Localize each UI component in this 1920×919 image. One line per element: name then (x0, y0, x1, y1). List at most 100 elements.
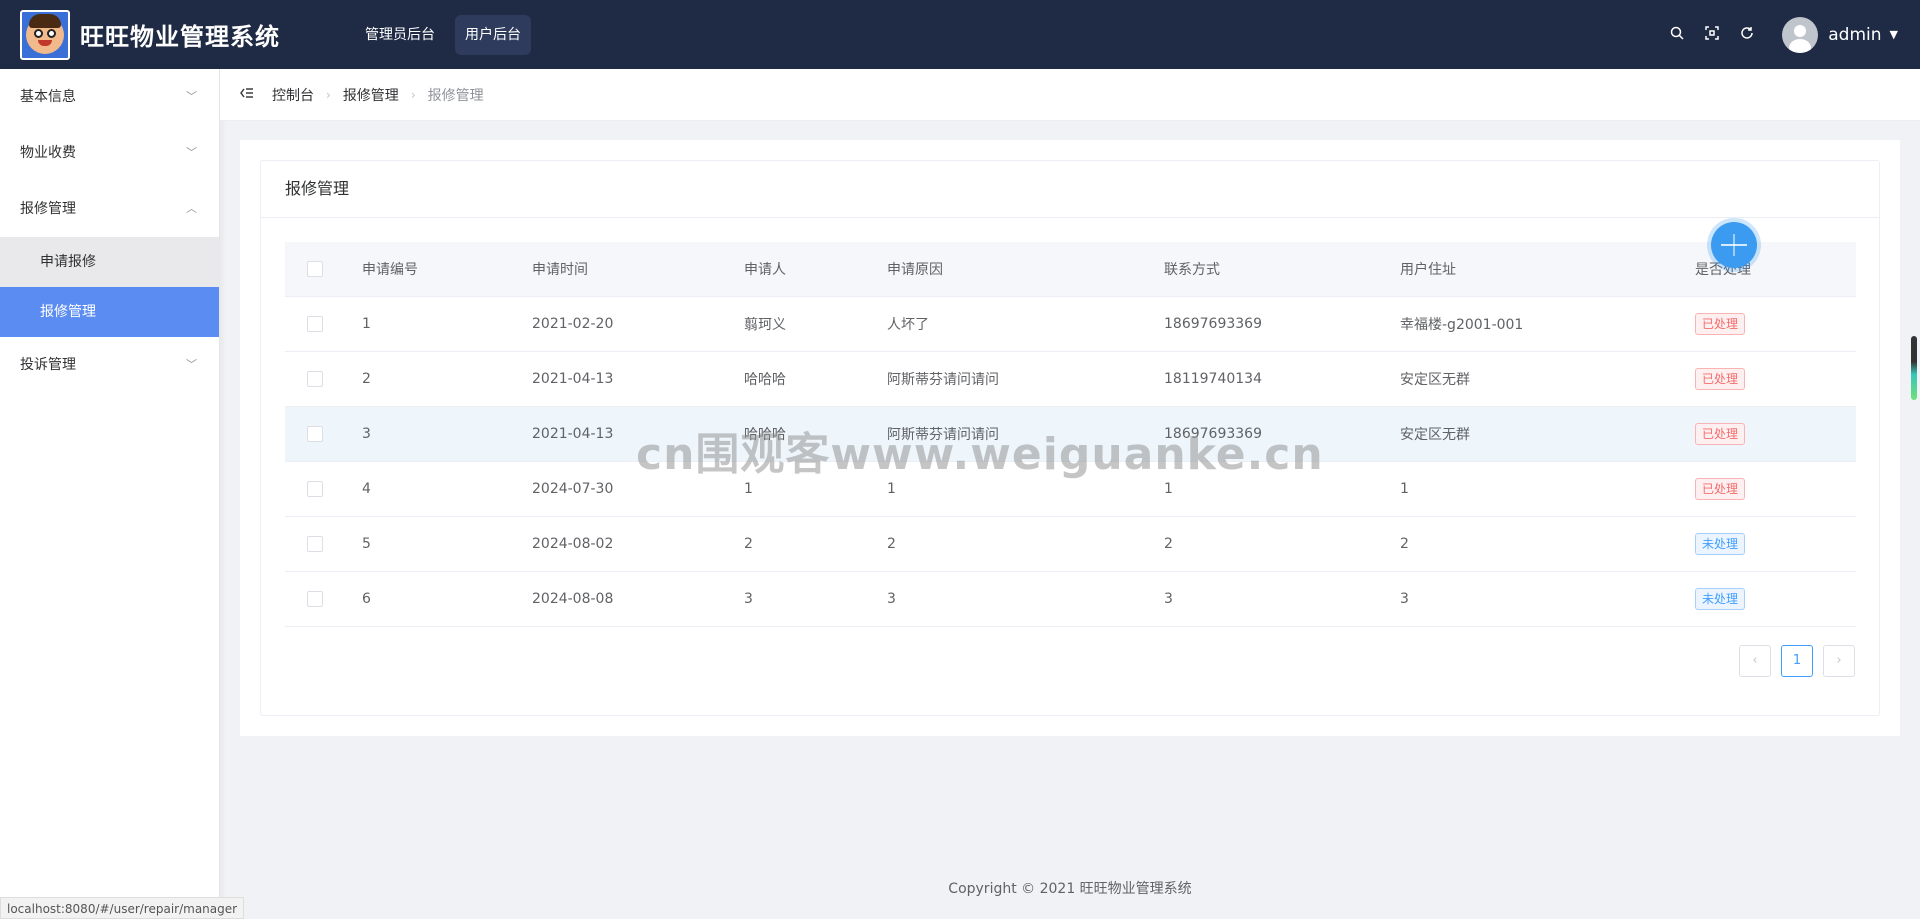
breadcrumb-dashboard[interactable]: 控制台 (272, 85, 314, 105)
logo-area: 旺旺物业管理系统 (20, 9, 320, 60)
column-header-applicant: 申请人 (744, 242, 887, 297)
cell-reason: 人坏了 (887, 296, 1164, 352)
chevron-up-icon: ︿ (186, 202, 197, 215)
cartoon-boy-icon (26, 13, 64, 54)
row-select-cell (285, 461, 362, 517)
cell-contact: 18697693369 (1164, 296, 1400, 352)
column-header-address: 用户住址 (1400, 242, 1695, 297)
status-badge: 未处理 (1695, 587, 1746, 610)
status-badge: 已处理 (1695, 312, 1746, 335)
status-badge: 已处理 (1695, 367, 1746, 390)
select-all-checkbox[interactable] (307, 260, 323, 277)
cell-reason: 2 (887, 516, 1164, 572)
sidebar-item-label: 报修管理 (20, 201, 76, 217)
breadcrumb-repair-management[interactable]: 报修管理 (343, 85, 399, 105)
cell-applicant: 2 (744, 516, 887, 572)
chevron-right-icon: › (326, 87, 331, 102)
row-checkbox[interactable] (307, 315, 323, 332)
sidebar-subitem-apply-repair[interactable]: 申请报修 (0, 237, 219, 287)
status-badge: 已处理 (1695, 422, 1746, 445)
cell-address: 安定区无群 (1400, 406, 1695, 462)
nav-user-backend[interactable]: 用户后台 (455, 14, 531, 55)
status-badge: 未处理 (1695, 532, 1746, 555)
avatar[interactable] (1782, 16, 1819, 53)
top-header: 旺旺物业管理系统 管理员后台 用户后台 admin ▼ (0, 0, 1920, 69)
cell-time: 2024-08-02 (532, 516, 744, 572)
app-title: 旺旺物业管理系统 (80, 23, 280, 51)
column-header-time: 申请时间 (532, 242, 744, 297)
username[interactable]: admin (1828, 25, 1881, 45)
status-badge: 已处理 (1695, 477, 1746, 500)
cell-id: 6 (362, 571, 532, 627)
footer-copyright: Copyright © 2021 旺旺物业管理系统 (948, 881, 1192, 897)
breadcrumb-current: 报修管理 (427, 87, 484, 104)
cell-contact: 3 (1164, 571, 1400, 627)
cell-address: 幸福楼-g2001-001 (1400, 296, 1695, 352)
cell-id: 3 (362, 406, 532, 462)
cell-status: 已处理 (1695, 461, 1856, 517)
cell-status: 已处理 (1695, 296, 1856, 352)
pagination: ‹ 1 › (1729, 645, 1855, 677)
row-checkbox[interactable] (307, 425, 323, 442)
chevron-down-icon: ﹀ (186, 146, 197, 159)
row-checkbox[interactable] (307, 590, 323, 607)
row-select-cell (285, 406, 362, 462)
table-row[interactable]: 2 2021-04-13 哈哈哈 阿斯蒂芬请问请问 18119740134 安定… (285, 351, 1856, 407)
sidebar-item-label: 物业收费 (20, 145, 76, 161)
column-header-reason: 申请原因 (887, 242, 1164, 297)
cell-address: 2 (1400, 516, 1695, 572)
row-checkbox[interactable] (307, 535, 323, 552)
cell-status: 已处理 (1695, 351, 1856, 407)
row-checkbox[interactable] (307, 480, 323, 497)
chevron-down-icon: ﹀ (186, 90, 197, 103)
chevron-down-icon: ﹀ (186, 358, 197, 371)
breadcrumb: 控制台 › 报修管理 › 报修管理 (220, 69, 1920, 121)
cell-applicant: 哈哈哈 (744, 351, 887, 407)
cell-contact: 18119740134 (1164, 351, 1400, 407)
logo-image (20, 9, 70, 60)
collapse-sidebar-icon[interactable] (240, 87, 254, 103)
floating-assist-button[interactable] (1711, 222, 1757, 268)
cell-id: 1 (362, 296, 532, 352)
sidebar-subitem-repair-manage[interactable]: 报修管理 (0, 287, 219, 337)
table-row[interactable]: 6 2024-08-08 3 3 3 3 未处理 (285, 571, 1856, 627)
top-nav: 管理员后台 用户后台 (355, 14, 541, 55)
refresh-icon[interactable] (1729, 26, 1764, 44)
table-header-row: 申请编号 申请时间 申请人 申请原因 联系方式 用户住址 是否处理 (285, 242, 1856, 297)
cell-status: 未处理 (1695, 571, 1856, 627)
chevron-right-icon: › (410, 87, 416, 102)
column-header-contact: 联系方式 (1164, 242, 1400, 297)
row-checkbox[interactable] (307, 370, 323, 387)
next-page-button[interactable]: › (1823, 645, 1855, 677)
cell-applicant: 翦珂义 (744, 296, 887, 352)
cell-id: 4 (362, 461, 532, 517)
caret-down-icon[interactable]: ▼ (1890, 28, 1898, 41)
cell-reason: 3 (887, 571, 1164, 627)
cell-id: 2 (362, 351, 532, 407)
row-select-cell (285, 516, 362, 572)
table-row[interactable]: 5 2024-08-02 2 2 2 2 未处理 (285, 516, 1856, 572)
cell-time: 2024-08-08 (532, 571, 744, 627)
cell-id: 5 (362, 516, 532, 572)
sidebar: 基本信息 ﹀ 物业收费 ﹀ 报修管理 ︿ 申请报修 报修管理 投诉管理 ﹀ (0, 69, 220, 919)
row-select-cell (285, 351, 362, 407)
cell-time: 2021-04-13 (532, 351, 744, 407)
sidebar-item-label: 投诉管理 (20, 357, 76, 373)
scrollbar[interactable] (1911, 336, 1917, 400)
table-row[interactable]: 1 2021-02-20 翦珂义 人坏了 18697693369 幸福楼-g20… (285, 296, 1856, 352)
sidebar-item-property-fee[interactable]: 物业收费 ﹀ (0, 125, 219, 181)
fullscreen-icon[interactable] (1694, 25, 1729, 44)
sidebar-item-label: 基本信息 (20, 89, 76, 105)
status-url: localhost:8080/#/user/repair/manager (0, 897, 245, 919)
sidebar-item-complaint-management[interactable]: 投诉管理 ﹀ (0, 337, 219, 393)
prev-page-button[interactable]: ‹ (1739, 645, 1771, 677)
sidebar-item-repair-management[interactable]: 报修管理 ︿ (0, 181, 219, 237)
cell-address: 安定区无群 (1400, 351, 1695, 407)
nav-admin-backend[interactable]: 管理员后台 (355, 15, 445, 55)
sidebar-item-basic-info[interactable]: 基本信息 ﹀ (0, 69, 219, 125)
page-number-button[interactable]: 1 (1781, 645, 1813, 677)
cell-time: 2021-02-20 (532, 296, 744, 352)
column-header-id: 申请编号 (362, 242, 532, 297)
cell-applicant: 3 (744, 571, 887, 627)
search-icon[interactable] (1659, 26, 1694, 44)
